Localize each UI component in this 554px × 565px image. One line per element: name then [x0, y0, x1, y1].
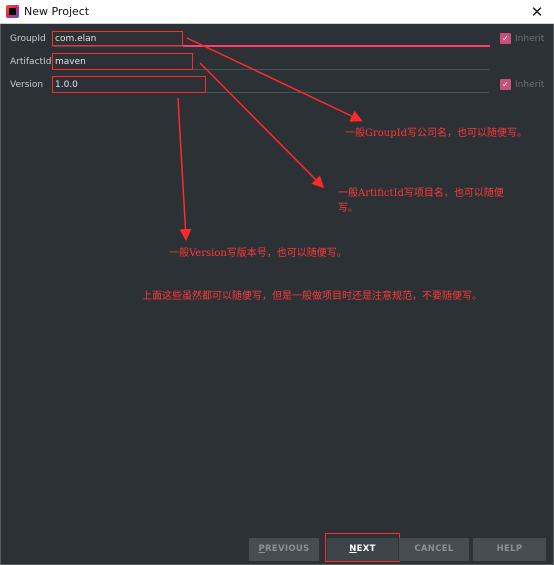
help-button[interactable]: HELP [473, 538, 546, 561]
version-inherit-label: Inherit [515, 80, 545, 90]
groupid-inherit-checkbox[interactable]: ✓ [500, 33, 511, 44]
next-button[interactable]: NEXT [327, 538, 398, 561]
window-title: New Project [24, 5, 90, 18]
previous-button[interactable]: PREVIOUS [249, 538, 319, 561]
artifactid-label: ArtifactId [10, 57, 52, 67]
version-label: Version [10, 80, 44, 90]
artifactid-note-line1: 一般ArtifictId写项目名，也可以随便 [338, 188, 504, 199]
next-mnemonic: N [349, 544, 357, 554]
next-label: EXT [356, 544, 376, 554]
groupid-label: GroupId [10, 34, 46, 44]
groupid-note: 一般GroupId写公司名，也可以随便写。 [345, 128, 527, 139]
groupid-underline-highlight [183, 45, 490, 47]
artifactid-highlight [52, 53, 193, 70]
version-inherit-checkbox[interactable]: ✓ [500, 79, 511, 90]
cancel-button[interactable]: CANCEL [399, 538, 469, 561]
version-note: 一般Version写版本号，也可以随便写。 [169, 248, 347, 259]
title-bar: New Project ✕ [0, 0, 554, 24]
version-highlight [52, 76, 206, 93]
general-note: 上面这些虽然都可以随便写，但是一般做项目时还是注意规范，不要随便写。 [142, 291, 482, 302]
groupid-highlight [52, 31, 183, 46]
previous-label: REVIOUS [265, 544, 310, 554]
app-icon [6, 5, 19, 18]
groupid-inherit-label: Inherit [515, 34, 545, 44]
artifactid-note-line2: 写。 [338, 203, 358, 214]
close-icon[interactable]: ✕ [527, 2, 547, 22]
